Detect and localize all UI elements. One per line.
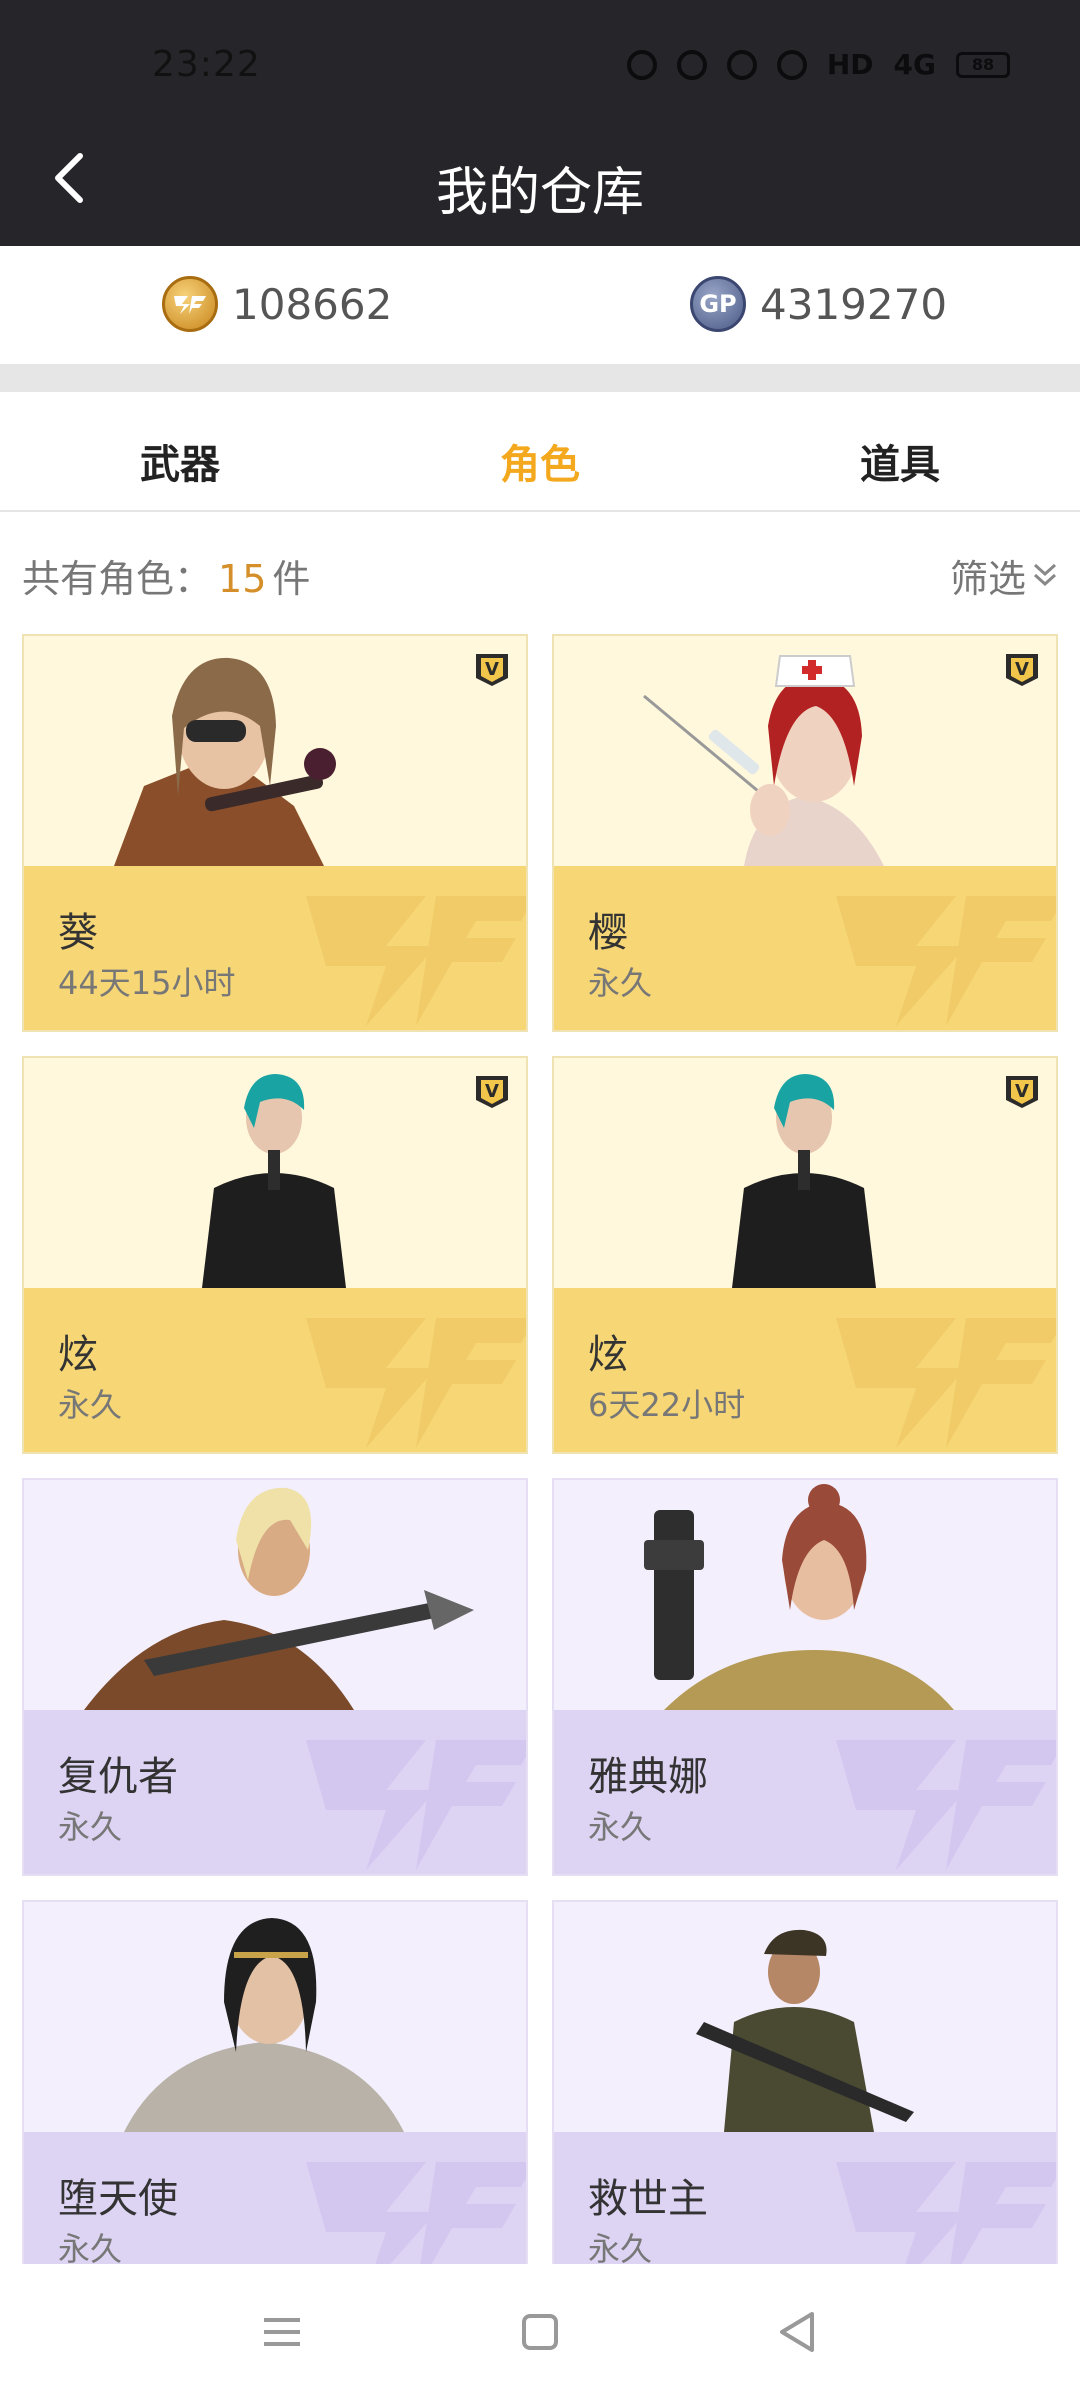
character-portrait — [24, 1480, 526, 1710]
back-triangle-icon[interactable] — [768, 2302, 828, 2362]
alarm-icon — [726, 49, 757, 80]
character-name: 樱 — [588, 910, 628, 956]
tab-characters[interactable]: 角色 — [440, 432, 640, 490]
menu-icon[interactable] — [252, 2302, 312, 2362]
wifi-icon — [776, 49, 807, 80]
character-info: 葵 44天15小时 — [24, 866, 526, 1030]
cf-watermark-icon — [306, 2162, 526, 2264]
vip-badge-icon: V — [1006, 1076, 1038, 1108]
mute-bell-icon — [676, 49, 707, 80]
cf-watermark-icon — [306, 1740, 526, 1870]
character-portrait — [554, 1480, 1056, 1710]
character-card[interactable]: V 炫 6天22小时 — [552, 1056, 1058, 1454]
vip-badge-icon: V — [476, 654, 508, 686]
chevron-double-down-icon — [1033, 563, 1057, 586]
gp-coin-icon: GP — [690, 276, 746, 332]
character-portrait — [24, 1058, 526, 1288]
summary-unit: 件 — [272, 557, 311, 601]
gp-value: 4319270 — [760, 279, 948, 329]
cf-points-balance: 108662 — [162, 276, 392, 332]
character-card[interactable]: V 葵 44天15小时 — [22, 634, 528, 1032]
vip-badge-icon: V — [476, 1076, 508, 1108]
cf-watermark-icon — [836, 1318, 1056, 1448]
network-label: 4G — [893, 48, 936, 81]
status-icons: HD 4G 88 — [626, 48, 1010, 81]
character-info: 樱 永久 — [554, 866, 1056, 1030]
hd-label: HD — [826, 48, 874, 81]
headphone-icon — [626, 49, 657, 80]
character-duration: 永久 — [58, 1386, 123, 1424]
filter-label: 筛选 — [949, 557, 1026, 601]
character-grid: V 葵 44天15小时 V 樱 永久 V 炫 永久 V 炫 6天22小时 复仇者… — [22, 634, 1058, 2264]
home-square-icon[interactable] — [510, 2302, 570, 2362]
summary-prefix: 共有角色： — [22, 557, 213, 601]
character-duration: 永久 — [58, 1808, 123, 1846]
character-card[interactable]: 复仇者 永久 — [22, 1478, 528, 1876]
filter-button[interactable]: 筛选 — [950, 548, 1058, 603]
battery-icon: 88 — [956, 51, 1010, 78]
character-name: 炫 — [588, 1332, 628, 1378]
character-name: 雅典娜 — [588, 1754, 708, 1800]
character-duration: 永久 — [588, 964, 653, 1002]
cf-watermark-icon — [306, 1318, 526, 1448]
character-card[interactable]: 雅典娜 永久 — [552, 1478, 1058, 1876]
character-name: 炫 — [58, 1332, 98, 1378]
page-title: 我的仓库 — [435, 163, 644, 223]
cf-watermark-icon — [306, 896, 526, 1026]
character-info: 救世主 永久 — [554, 2132, 1056, 2264]
character-name: 堕天使 — [58, 2176, 178, 2222]
svg-text:V: V — [485, 659, 499, 680]
svg-text:V: V — [1015, 1081, 1029, 1102]
cf-watermark-icon — [836, 1740, 1056, 1870]
section-divider — [0, 364, 1080, 392]
tab-weapons[interactable]: 武器 — [80, 432, 280, 490]
status-bar: 23:22 HD 4G 88 — [0, 0, 1080, 110]
character-card[interactable]: 堕天使 永久 — [22, 1900, 528, 2264]
currency-bar: 108662 GP 4319270 — [0, 246, 1080, 364]
vip-badge-icon: V — [1006, 654, 1038, 686]
cf-points-value: 108662 — [232, 279, 393, 329]
character-duration: 44天15小时 — [58, 964, 236, 1002]
svg-text:V: V — [1015, 659, 1029, 680]
character-info: 雅典娜 永久 — [554, 1710, 1056, 1874]
character-info: 堕天使 永久 — [24, 2132, 526, 2264]
character-portrait — [24, 636, 526, 866]
character-info: 炫 6天22小时 — [554, 1288, 1056, 1452]
tab-items[interactable]: 道具 — [800, 432, 1000, 490]
character-duration: 永久 — [58, 2230, 123, 2264]
character-name: 复仇者 — [58, 1754, 178, 1800]
character-portrait — [24, 1902, 526, 2132]
cf-watermark-icon — [836, 2162, 1056, 2264]
character-portrait — [554, 636, 1056, 866]
character-info: 复仇者 永久 — [24, 1710, 526, 1874]
character-duration: 永久 — [588, 1808, 653, 1846]
summary-count: 15 — [218, 557, 267, 601]
category-tabs: 武器 角色 道具 — [0, 392, 1080, 512]
cf-watermark-icon — [836, 896, 1056, 1026]
character-card[interactable]: V 炫 永久 — [22, 1056, 528, 1454]
gp-balance: GP 4319270 — [690, 276, 947, 332]
character-duration: 永久 — [588, 2230, 653, 2264]
character-portrait — [554, 1058, 1056, 1288]
character-portrait — [554, 1902, 1056, 2132]
character-info: 炫 永久 — [24, 1288, 526, 1452]
character-card[interactable]: 救世主 永久 — [552, 1900, 1058, 2264]
character-count-summary: 共有角色： 15 件 — [22, 548, 310, 603]
character-duration: 6天22小时 — [588, 1386, 746, 1424]
character-name: 救世主 — [588, 2176, 708, 2222]
character-name: 葵 — [58, 910, 98, 956]
status-time: 23:22 — [152, 44, 261, 85]
system-nav-bar — [0, 2264, 1080, 2400]
svg-text:V: V — [485, 1081, 499, 1102]
cf-coin-icon — [162, 276, 218, 332]
character-card[interactable]: V 樱 永久 — [552, 634, 1058, 1032]
title-bar: 我的仓库 — [0, 110, 1080, 246]
